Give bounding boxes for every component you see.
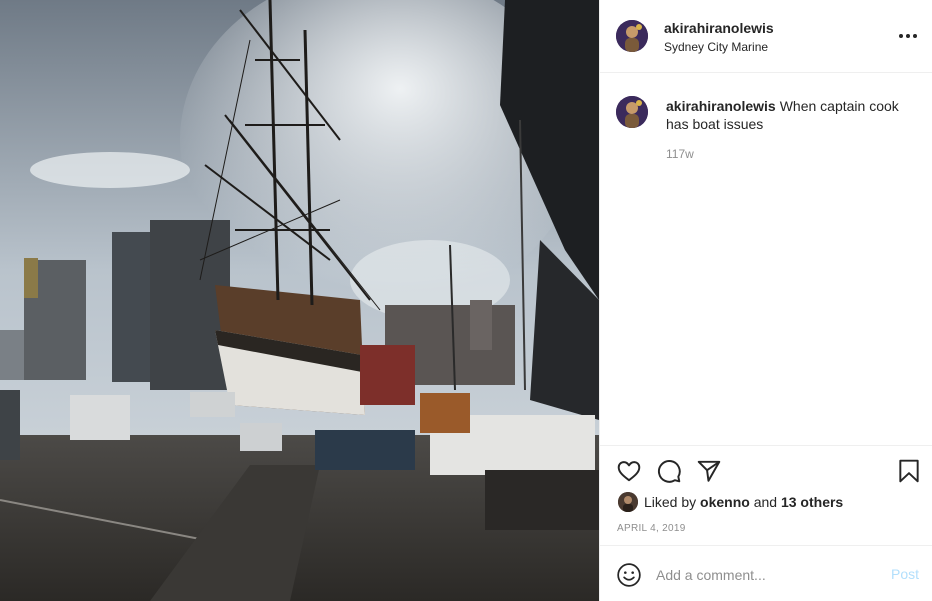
liker-avatar[interactable]	[618, 492, 638, 512]
post-date[interactable]: APRIL 4, 2019	[617, 523, 686, 534]
likes-others-link[interactable]: 13 others	[781, 494, 843, 510]
likes-joiner: and	[753, 494, 778, 510]
post-location[interactable]: Sydney City Marine	[664, 40, 768, 54]
likes-text: Liked by okenno and 13 others	[644, 494, 843, 510]
likes-user-link[interactable]: okenno	[700, 494, 750, 510]
post-comment-button[interactable]: Post	[891, 566, 919, 582]
likes-summary: Liked by okenno and 13 others	[618, 490, 918, 514]
bookmark-icon[interactable]	[896, 458, 922, 484]
action-bar	[600, 445, 932, 495]
author-username[interactable]: akirahiranolewis	[664, 20, 774, 36]
smiley-icon[interactable]	[616, 562, 642, 588]
caption-text-block: akirahiranolewis When captain cook has bo…	[666, 97, 916, 133]
author-avatar[interactable]	[616, 20, 648, 52]
likes-prefix: Liked by	[644, 494, 697, 510]
post-photo[interactable]	[0, 0, 599, 601]
ship-dock-photo	[0, 0, 599, 601]
caption-timestamp[interactable]: 117w	[666, 147, 694, 161]
more-horizontal-icon[interactable]	[897, 26, 919, 46]
caption-username[interactable]: akirahiranolewis	[666, 98, 776, 114]
paper-plane-icon[interactable]	[696, 458, 722, 484]
post-sidebar: akirahiranolewis Sydney City Marine akir…	[599, 0, 932, 601]
comment-icon[interactable]	[656, 458, 682, 484]
post-header: akirahiranolewis Sydney City Marine	[600, 0, 932, 73]
comment-input[interactable]	[656, 564, 876, 586]
add-comment-bar: Post	[600, 545, 932, 601]
caption-avatar[interactable]	[616, 96, 648, 128]
heart-icon[interactable]	[616, 458, 642, 484]
